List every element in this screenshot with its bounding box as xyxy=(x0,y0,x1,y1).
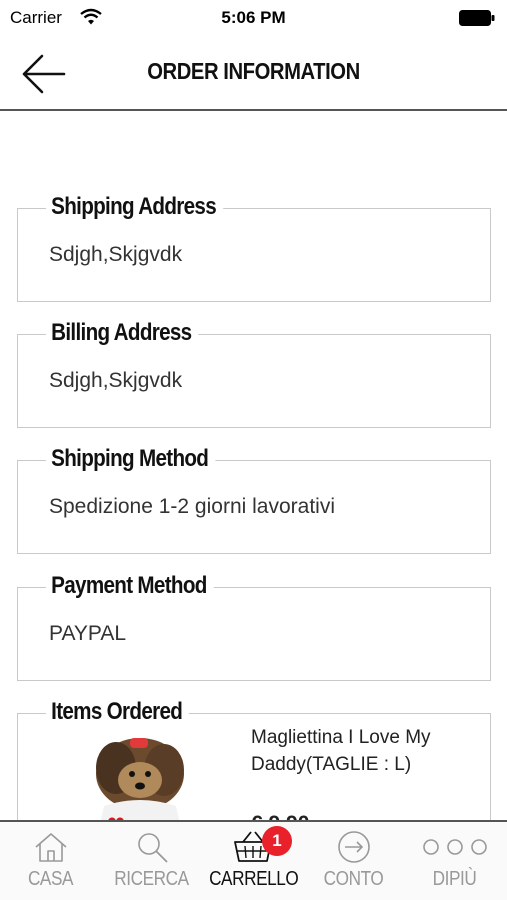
tab-dipiu[interactable]: DIPIÙ xyxy=(404,822,505,900)
shipping-method-label: Shipping Method xyxy=(46,445,216,473)
more-icon xyxy=(422,839,487,855)
tab-casa[interactable]: CASA xyxy=(0,822,101,900)
tab-carrello-label: CARRELLO xyxy=(209,868,299,890)
tab-conto[interactable]: CONTO xyxy=(303,822,404,900)
tab-ricerca[interactable]: RICERCA xyxy=(101,822,202,900)
tab-bar: CASA RICERCA 1 CARRELLO CONTO DIPIÙ xyxy=(0,820,507,900)
shipping-address-box: Shipping Address Sdjgh,Skjgvdk xyxy=(17,193,491,302)
tab-ricerca-label: RICERCA xyxy=(114,868,189,890)
shipping-method-box: Shipping Method Spedizione 1-2 giorni la… xyxy=(17,445,491,554)
billing-address-value: Sdjgh,Skjgvdk xyxy=(49,369,183,392)
home-icon xyxy=(34,833,67,862)
clock: 5:06 PM xyxy=(221,8,286,27)
payment-method-label: Payment Method xyxy=(46,572,214,600)
shipping-address-label: Shipping Address xyxy=(46,193,223,221)
item-name: Magliettina I Love My Daddy(TAGLIE : L) xyxy=(251,727,431,775)
shipping-method-value: Spedizione 1-2 giorni lavorativi xyxy=(49,495,335,518)
battery-icon xyxy=(459,10,495,26)
item-price: € 9,90 xyxy=(251,812,309,820)
tab-conto-label: CONTO xyxy=(323,868,384,890)
order-info-content[interactable]: Shipping Address Sdjgh,Skjgvdk Billing A… xyxy=(0,113,507,820)
search-icon xyxy=(137,833,168,863)
payment-method-box: Payment Method PAYPAL xyxy=(17,572,491,681)
billing-address-box: Billing Address Sdjgh,Skjgvdk xyxy=(17,319,491,428)
account-icon xyxy=(337,831,370,863)
product-image[interactable] xyxy=(78,730,198,820)
shipping-address-value: Sdjgh,Skjgvdk xyxy=(49,243,183,266)
status-bar: Carrier 5:06 PM xyxy=(0,0,507,36)
product-photo-dog xyxy=(78,730,198,820)
payment-method-value: PAYPAL xyxy=(49,622,127,645)
nav-bar: ORDER INFORMATION xyxy=(0,36,507,111)
tab-casa-label: CASA xyxy=(27,868,74,890)
tab-dipiu-label: DIPIÙ xyxy=(432,868,477,890)
tab-carrello[interactable]: 1 CARRELLO xyxy=(202,822,303,900)
cart-count-badge: 1 xyxy=(262,826,292,856)
page-title: ORDER INFORMATION xyxy=(147,58,360,84)
items-ordered-box: Items Ordered Magliettina I Love My Dadd… xyxy=(17,698,491,820)
items-ordered-label: Items Ordered xyxy=(46,698,190,726)
billing-address-label: Billing Address xyxy=(46,319,199,347)
